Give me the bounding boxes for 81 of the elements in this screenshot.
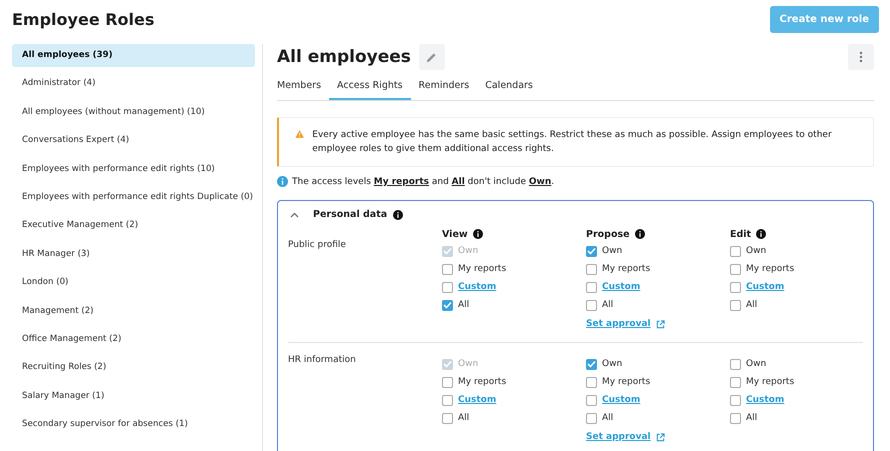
checkbox[interactable] bbox=[730, 412, 741, 424]
checkbox[interactable] bbox=[442, 394, 453, 406]
tab[interactable]: Access Rights bbox=[329, 74, 411, 100]
option-label: Own bbox=[602, 246, 622, 256]
page-title: Employee Roles bbox=[12, 10, 154, 28]
checkbox[interactable] bbox=[586, 376, 597, 388]
option-label: All bbox=[746, 413, 758, 423]
section-title: Personal data bbox=[313, 209, 388, 220]
sidebar-item[interactable]: Secondary supervisor for absences (1) bbox=[12, 413, 255, 436]
option-label: Own bbox=[458, 246, 478, 256]
sidebar-item[interactable]: Employees with performance edit rights Duplicate (0) bbox=[12, 186, 255, 209]
info-icon bbox=[634, 229, 645, 239]
option-label: My reports bbox=[746, 377, 794, 387]
warning-text: Every active employee has the same basic settings. Restrict these as much as possible. Assign employees to other employee roles to give them additional access rights. bbox=[312, 129, 833, 156]
sidebar-item[interactable]: Employees with performance edit rights (10) bbox=[12, 158, 255, 181]
pencil-icon bbox=[426, 52, 438, 62]
option-label: All bbox=[602, 300, 614, 310]
tab[interactable]: Calendars bbox=[477, 74, 541, 100]
info-text: The access levels My reports and All don't include Own. bbox=[292, 176, 554, 186]
option-label: All bbox=[458, 300, 470, 310]
info-icon bbox=[756, 229, 766, 239]
external-link-icon bbox=[656, 320, 665, 328]
option-label: All bbox=[746, 300, 758, 310]
checkbox[interactable] bbox=[730, 394, 741, 406]
tab[interactable]: Members bbox=[277, 74, 330, 100]
option-label: My reports bbox=[746, 264, 794, 274]
checkbox[interactable] bbox=[730, 358, 741, 370]
option-label: Own bbox=[746, 246, 766, 256]
row-label: HR information bbox=[288, 355, 357, 367]
checkbox[interactable] bbox=[586, 358, 597, 370]
checkbox[interactable] bbox=[586, 394, 597, 406]
option-label: Own bbox=[458, 359, 478, 369]
checkbox[interactable] bbox=[442, 412, 453, 424]
info-icon bbox=[393, 210, 404, 220]
row-label: Public profile bbox=[288, 239, 347, 252]
checkbox[interactable] bbox=[730, 376, 741, 388]
more-button[interactable] bbox=[848, 44, 874, 70]
sidebar-item[interactable]: Executive Management (2) bbox=[12, 214, 255, 238]
checkbox[interactable] bbox=[730, 300, 741, 310]
checkbox[interactable] bbox=[730, 246, 741, 256]
column-header: Propose bbox=[586, 228, 630, 240]
sidebar-item[interactable]: London (0) bbox=[12, 271, 255, 294]
info-icon bbox=[277, 176, 288, 187]
column-header: View bbox=[442, 228, 468, 240]
sidebar-item[interactable]: All employees (without management) (10) bbox=[12, 100, 255, 124]
column-header: Edit bbox=[730, 228, 752, 240]
option-label: All bbox=[602, 413, 614, 423]
checkbox[interactable] bbox=[442, 282, 453, 292]
chevron-icon bbox=[290, 212, 299, 218]
checkbox[interactable] bbox=[442, 264, 453, 274]
role-title: All employees bbox=[277, 47, 411, 67]
option-label: All bbox=[458, 413, 470, 423]
checkbox[interactable] bbox=[442, 376, 453, 388]
option-label: My reports bbox=[458, 264, 506, 274]
info-icon bbox=[472, 229, 483, 239]
checkbox[interactable] bbox=[730, 282, 741, 292]
sidebar-item[interactable]: Management (2) bbox=[12, 300, 255, 323]
checkbox[interactable] bbox=[586, 412, 597, 424]
option-label: Own bbox=[602, 359, 622, 369]
checkbox[interactable] bbox=[586, 300, 597, 310]
sidebar-item[interactable]: Administrator (4) bbox=[12, 72, 255, 96]
option-label: My reports bbox=[602, 377, 650, 387]
option-label: Own bbox=[746, 359, 766, 369]
more-icon bbox=[859, 51, 863, 63]
checkbox[interactable] bbox=[442, 300, 453, 310]
tab[interactable]: Reminders bbox=[410, 74, 478, 100]
sidebar-item[interactable]: Recruiting Roles (2) bbox=[12, 356, 255, 380]
option-label: My reports bbox=[458, 377, 506, 387]
checkbox[interactable] bbox=[586, 282, 597, 292]
sidebar-item[interactable]: Office Management (2) bbox=[12, 328, 255, 351]
option-label: My reports bbox=[602, 264, 650, 274]
checkbox[interactable] bbox=[586, 246, 597, 256]
sidebar-item[interactable]: Conversations Expert (4) bbox=[12, 129, 255, 152]
checkbox[interactable] bbox=[586, 264, 597, 274]
checkbox[interactable] bbox=[730, 264, 741, 274]
edit-button[interactable] bbox=[418, 44, 445, 70]
sidebar-item[interactable]: All employees (39) bbox=[12, 44, 255, 67]
sidebar-item[interactable]: Salary Manager (1) bbox=[12, 384, 255, 408]
sidebar-item[interactable]: HR Manager (3) bbox=[12, 242, 255, 266]
warning-icon bbox=[295, 128, 304, 140]
external-link-icon bbox=[656, 432, 665, 442]
